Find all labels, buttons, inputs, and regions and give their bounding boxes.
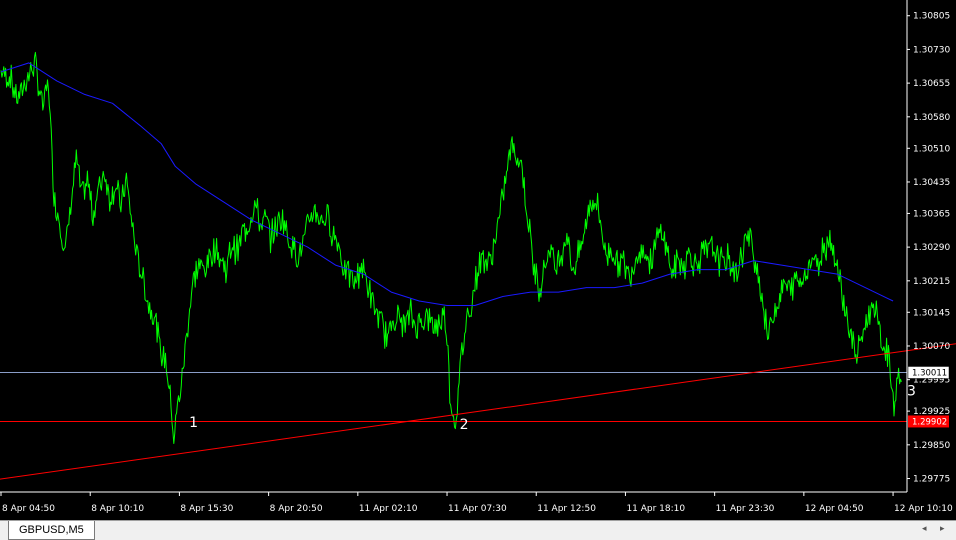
- time-tick-label: 8 Apr 20:50: [270, 504, 323, 514]
- price-tick-label: 1.30435: [913, 178, 950, 188]
- price-tick-label: 1.30805: [913, 12, 950, 22]
- chevron-left-icon[interactable]: ◂: [922, 524, 927, 534]
- price-tick-label: 1.30070: [913, 342, 950, 352]
- time-tick-label: 11 Apr 07:30: [448, 504, 507, 514]
- bid-price-tag-label: 1.30011: [912, 368, 947, 378]
- wave-label-1: 1: [189, 415, 198, 431]
- price-tick-label: 1.29850: [913, 441, 950, 451]
- chart-background: [0, 0, 956, 520]
- price-tick-label: 1.30365: [913, 209, 950, 219]
- chart-tab-bar: GBPUSD,M5 ◂ ▸: [0, 520, 956, 540]
- time-tick-label: 11 Apr 02:10: [359, 504, 418, 514]
- time-tick-label: 11 Apr 12:50: [537, 504, 596, 514]
- time-tick-label: 8 Apr 10:10: [91, 504, 144, 514]
- chart-tab-label: GBPUSD,M5: [19, 524, 84, 536]
- price-tick-label: 1.30290: [913, 243, 950, 253]
- chevron-right-icon[interactable]: ▸: [940, 524, 945, 534]
- time-tick-label: 8 Apr 15:30: [180, 504, 233, 514]
- time-tick-label: 12 Apr 10:10: [894, 504, 953, 514]
- price-tick-label: 1.30655: [913, 79, 950, 89]
- price-tick-label: 1.29775: [913, 475, 950, 485]
- price-tick-label: 1.30510: [913, 144, 950, 154]
- price-tick-label: 1.30730: [913, 45, 950, 55]
- support-price-tag-label: 1.29902: [912, 417, 947, 427]
- price-tick-label: 1.30580: [913, 113, 950, 123]
- time-tick-label: 8 Apr 04:50: [2, 504, 55, 514]
- time-tick-label: 11 Apr 23:30: [716, 504, 775, 514]
- time-tick-label: 12 Apr 04:50: [805, 504, 864, 514]
- wave-label-3: 3: [907, 383, 916, 399]
- price-tick-label: 1.30215: [913, 277, 950, 287]
- wave-label-2: 2: [460, 417, 469, 433]
- price-chart[interactable]: 1 2 3 1.30805 1.30730 1.30655 1.30580 1.30510 1…: [0, 0, 956, 520]
- time-tick-label: 11 Apr 18:10: [626, 504, 685, 514]
- price-tick-label: 1.30145: [913, 308, 950, 318]
- chart-tab-gbpusd-m5[interactable]: GBPUSD,M5: [8, 521, 95, 540]
